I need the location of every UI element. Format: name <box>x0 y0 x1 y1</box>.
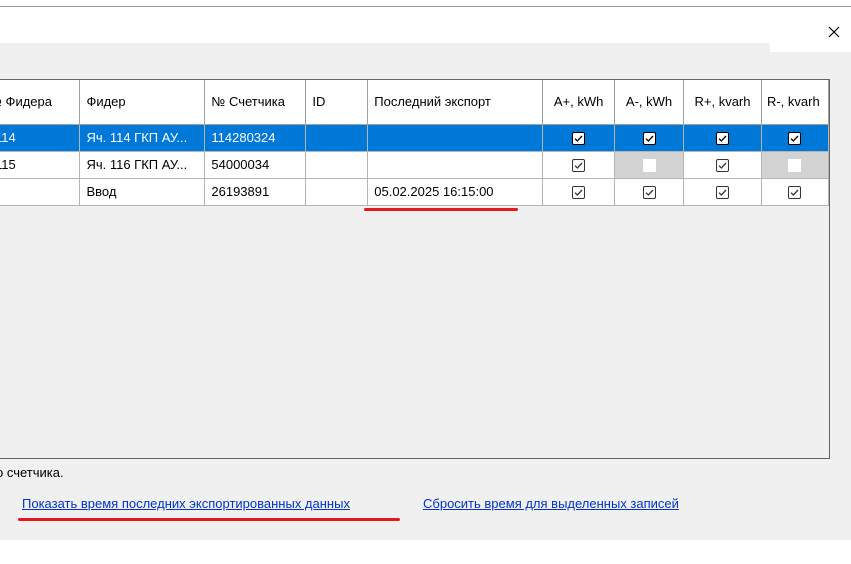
cell-meter-no[interactable]: 114280324 <box>204 124 307 152</box>
cell-meter-no[interactable]: 26193891 <box>204 178 307 206</box>
annotation-underline-last-export <box>364 208 518 211</box>
checkbox-checked[interactable] <box>788 132 802 146</box>
column-header-last-export[interactable]: Последний экспорт <box>367 80 544 125</box>
cell-r-plus[interactable] <box>683 178 762 206</box>
column-header-a-minus[interactable]: A-, kWh <box>614 80 685 125</box>
cell-feeder-no[interactable]: 115 <box>0 151 81 179</box>
cell-a-minus[interactable] <box>614 151 685 179</box>
cell-a-plus[interactable] <box>542 124 616 152</box>
table-row[interactable]: Ввод 26193891 05.02.2025 16:15:00 <box>0 178 829 206</box>
cell-id[interactable] <box>305 151 369 179</box>
cell-meter-no[interactable]: 54000034 <box>204 151 307 179</box>
checkbox-checked[interactable] <box>642 132 656 146</box>
cell-feeder-no[interactable]: 114 <box>0 124 81 152</box>
meters-grid[interactable]: № Фидера Фидер № Счетчика ID Последний э… <box>0 79 830 459</box>
cell-r-plus[interactable] <box>683 124 762 152</box>
column-header-feeder-no[interactable]: № Фидера <box>0 80 81 125</box>
show-last-export-link[interactable]: Показать время последних экспортированны… <box>22 496 350 511</box>
cell-r-minus[interactable] <box>761 151 829 179</box>
hint-text: о счетчика. <box>0 465 64 480</box>
checkbox-checked[interactable] <box>572 132 586 146</box>
cell-r-minus[interactable] <box>761 178 829 206</box>
cell-feeder[interactable]: Яч. 114 ГКП АУ... <box>79 124 206 152</box>
table-row[interactable]: 115Яч. 116 ГКП АУ...54000034 <box>0 151 829 179</box>
cell-id[interactable] <box>305 178 369 206</box>
cell-last-export[interactable]: 05.02.2025 16:15:00 <box>367 178 544 206</box>
cell-last-export[interactable] <box>367 124 544 152</box>
cell-a-minus[interactable] <box>614 178 685 206</box>
reset-time-link[interactable]: Сбросить время для выделенных записей <box>423 496 679 511</box>
title-bar <box>0 7 851 43</box>
cell-a-plus[interactable] <box>542 178 616 206</box>
column-header-id[interactable]: ID <box>305 80 369 125</box>
cell-last-export[interactable] <box>367 151 544 179</box>
column-header-r-plus[interactable]: R+, kvarh <box>683 80 762 125</box>
header-corner <box>770 43 851 52</box>
table-row[interactable]: 114Яч. 114 ГКП АУ...114280324 <box>0 124 829 152</box>
checkbox-checked[interactable] <box>715 159 729 173</box>
cell-a-minus[interactable] <box>614 124 685 152</box>
checkbox-disabled <box>788 159 802 173</box>
checkbox-checked[interactable] <box>572 186 586 200</box>
cell-a-plus[interactable] <box>542 151 616 179</box>
cell-id[interactable] <box>305 124 369 152</box>
checkbox-disabled <box>642 159 656 173</box>
checkbox-checked[interactable] <box>642 186 656 200</box>
cell-feeder[interactable]: Яч. 116 ГКП АУ... <box>79 151 206 179</box>
checkbox-checked[interactable] <box>715 132 729 146</box>
checkbox-checked[interactable] <box>788 186 802 200</box>
cell-feeder-no[interactable] <box>0 178 81 206</box>
checkbox-checked[interactable] <box>715 186 729 200</box>
close-icon <box>828 26 840 38</box>
cell-feeder[interactable]: Ввод <box>79 178 206 206</box>
annotation-underline-show-link <box>18 518 400 521</box>
cell-r-minus[interactable] <box>761 124 829 152</box>
column-header-a-plus[interactable]: A+, kWh <box>542 80 616 125</box>
column-header-feeder[interactable]: Фидер <box>79 80 206 125</box>
cell-r-plus[interactable] <box>683 151 762 179</box>
column-header-meter-no[interactable]: № Счетчика <box>204 80 307 125</box>
checkbox-checked[interactable] <box>572 159 586 173</box>
meters-table: № Фидера Фидер № Счетчика ID Последний э… <box>0 80 829 206</box>
table-header-row: № Фидера Фидер № Счетчика ID Последний э… <box>0 80 829 125</box>
column-header-r-minus[interactable]: R-, kvarh <box>761 80 829 125</box>
